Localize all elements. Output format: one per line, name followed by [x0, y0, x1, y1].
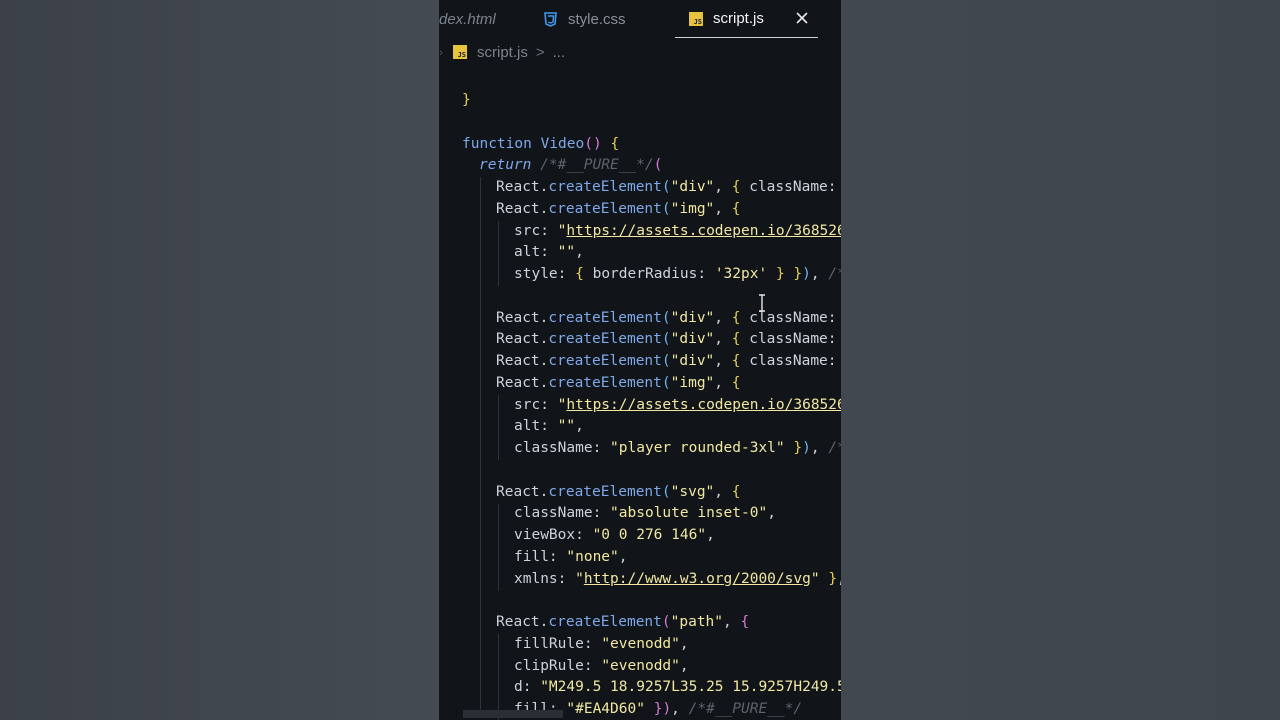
code-line: } — [462, 92, 471, 108]
breadcrumb-more[interactable]: ... — [553, 44, 566, 61]
close-icon[interactable] — [795, 11, 809, 25]
code-line: alt: "", — [514, 418, 584, 435]
code-line: alt: "", — [514, 244, 584, 261]
breadcrumb: › JS script.js > ... — [439, 41, 565, 63]
code-area[interactable]: } function Video() { return /*#__PURE__*… — [439, 90, 841, 720]
code-line: src: "https://assets.codepen.io/368526 — [514, 222, 841, 239]
tab-label: dex.html — [439, 10, 496, 28]
css-file-icon — [543, 11, 558, 27]
breadcrumb-file[interactable]: JS script.js — [453, 44, 528, 61]
code-line: fillRule: "evenodd", — [514, 635, 689, 652]
js-file-icon: JS — [689, 11, 703, 26]
js-file-icon: JS — [453, 45, 467, 59]
breadcrumb-file-label: script.js — [477, 43, 528, 61]
code-line: return /*#__PURE__*/( — [479, 157, 663, 174]
code-line: React.createElement("img", { — [496, 200, 741, 217]
code-line: React.createElement("path", { — [496, 614, 750, 630]
code-line: viewBox: "0 0 276 146", — [514, 527, 715, 543]
horizontal-scrollbar[interactable] — [463, 710, 563, 718]
code-line: React.createElement("div", { className: — [496, 309, 837, 326]
tab-index-html[interactable]: dex.html — [439, 0, 496, 38]
code-line: clipRule: "evenodd", — [514, 657, 689, 674]
code-line: function Video() { — [462, 135, 620, 152]
tab-style-css[interactable]: style.css — [543, 0, 626, 38]
code-line: fill: "none", — [514, 548, 628, 565]
tab-label: style.css — [568, 10, 626, 28]
tab-script-js[interactable]: JS script.js — [675, 0, 818, 38]
code-line: React.createElement("div", { className: — [496, 179, 837, 195]
code-line: React.createElement("svg", { — [496, 483, 741, 500]
code-line: d: "M249.5 18.9257L35.25 15.9257H249.5 — [514, 679, 841, 696]
code-line: style: { borderRadius: '32px' } }), /* — [514, 266, 841, 282]
code-line: className: "absolute inset-0", — [514, 505, 776, 522]
code-line: className: "player rounded-3xl" }), /* — [514, 440, 841, 456]
tab-bar: dex.html style.css JS script.js — [439, 0, 841, 38]
chevron-right-icon: › — [439, 45, 443, 59]
code-line: src: "https://assets.codepen.io/368526 — [514, 396, 841, 413]
text-cursor-icon — [757, 294, 767, 312]
code-editor[interactable]: dex.html style.css JS script.js › JS scr… — [439, 0, 841, 720]
code-line: React.createElement("div", { className: — [496, 331, 837, 348]
tab-label: script.js — [713, 10, 764, 27]
breadcrumb-separator: > — [535, 43, 545, 61]
code-line: React.createElement("img", { — [496, 374, 741, 391]
code-line: React.createElement("div", { className: — [496, 353, 837, 369]
code-line: xmlns: "http://www.w3.org/2000/svg" }, — [514, 570, 841, 587]
